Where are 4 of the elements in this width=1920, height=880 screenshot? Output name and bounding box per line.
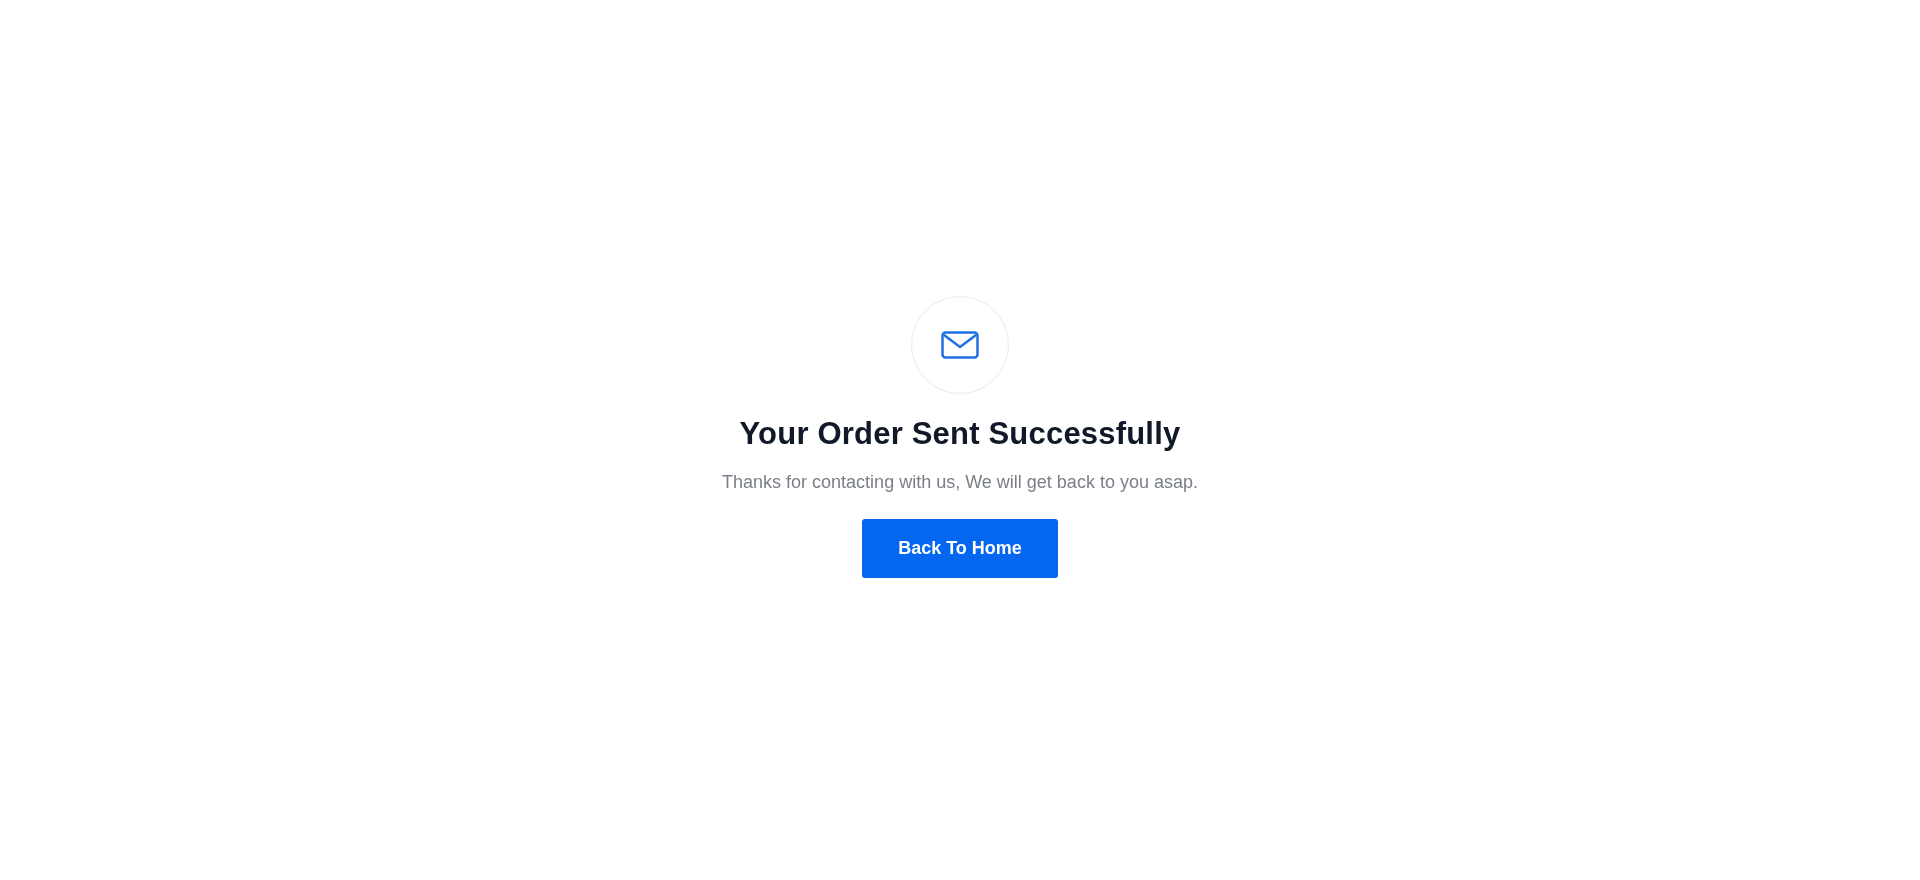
thanks-message: Thanks for contacting with us, We will get back to you asap. [722, 472, 1198, 493]
success-title: Your Order Sent Successfully [739, 416, 1181, 452]
back-to-home-button[interactable]: Back To Home [862, 519, 1058, 578]
envelope-icon [941, 331, 979, 359]
